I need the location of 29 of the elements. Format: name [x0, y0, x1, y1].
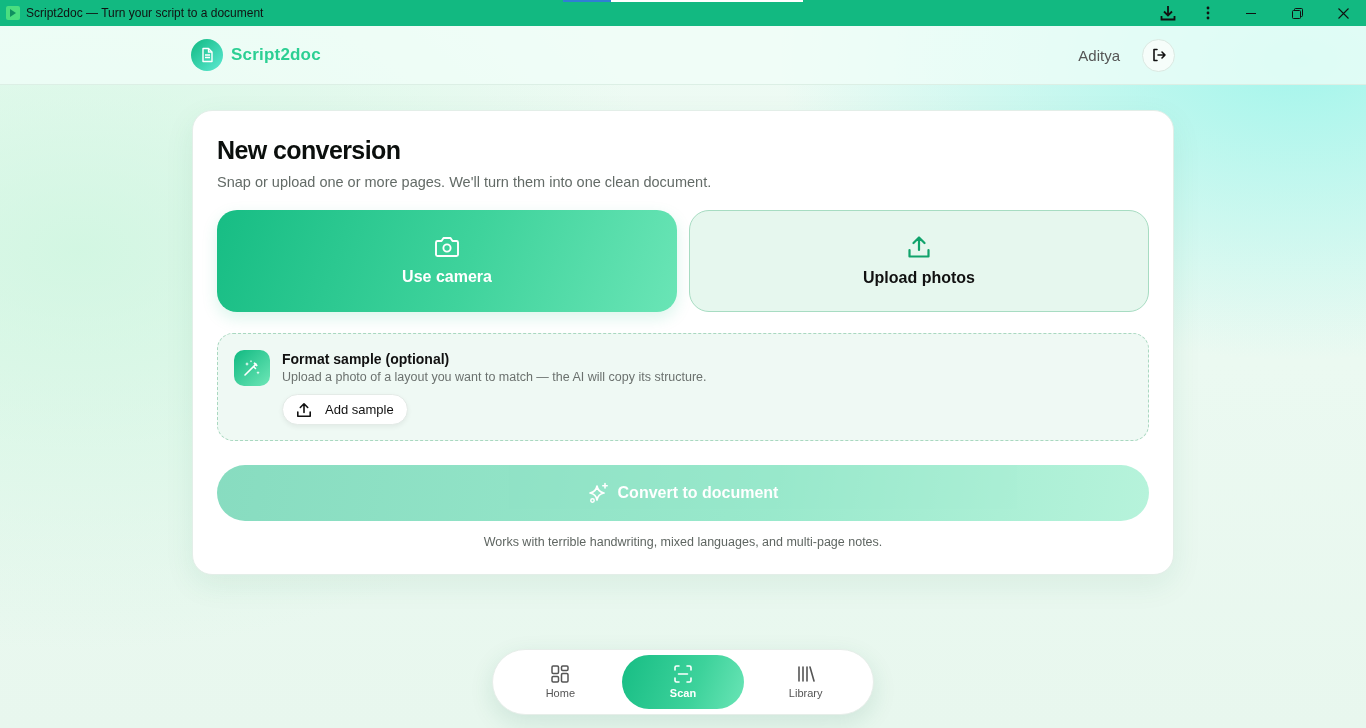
close-icon[interactable] [1337, 7, 1349, 19]
logout-button[interactable] [1142, 38, 1175, 72]
add-sample-button[interactable]: Add sample [282, 394, 408, 425]
download-icon[interactable] [1159, 4, 1177, 22]
magic-wand-icon [234, 350, 270, 386]
restore-icon[interactable] [1291, 7, 1303, 19]
upload-photos-button[interactable]: Upload photos [689, 210, 1149, 312]
camera-icon [434, 236, 460, 258]
footnote-text: Works with terrible handwriting, mixed languages, and multi-page notes. [482, 534, 884, 550]
format-sample-description: Upload a photo of a layout you want to match — the AI will copy its structure. [282, 369, 707, 385]
card-subtitle: Snap or upload one or more pages. We'll turn them into one clean document. [217, 173, 713, 191]
logout-icon [1150, 47, 1167, 63]
window-title: Script2doc — Turn your script to a document [26, 6, 264, 20]
scan-icon [674, 665, 692, 683]
grid-icon [551, 665, 570, 683]
card-title: New conversion [217, 135, 402, 165]
upload-icon [907, 235, 931, 259]
user-name: Aditya [1078, 46, 1120, 64]
brand-name: Script2doc [231, 45, 321, 65]
more-options-icon[interactable] [1206, 6, 1210, 20]
format-sample-title: Format sample (optional) [282, 350, 450, 368]
nav-tab[interactable]: Home [499, 655, 622, 709]
nav-tab[interactable]: Library [744, 655, 867, 709]
books-icon [796, 665, 815, 683]
minimize-icon[interactable] [1246, 12, 1256, 14]
sparkle-icon [587, 482, 610, 504]
upload-icon [296, 401, 312, 418]
document-icon [191, 39, 223, 71]
app-icon [6, 6, 20, 20]
